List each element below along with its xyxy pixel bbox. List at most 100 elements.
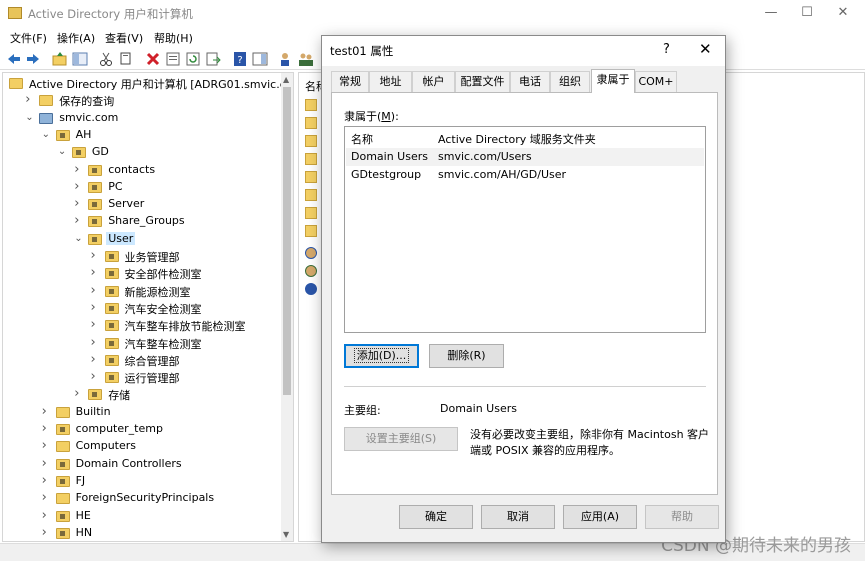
tree-item[interactable]: › 运行管理部 [91,369,294,386]
tree-item[interactable]: › 汽车安全检测室 [91,300,294,317]
properties-icon[interactable] [165,51,181,67]
scroll-down-icon[interactable]: ▼ [283,530,289,539]
chevron-right-icon[interactable]: › [91,301,101,314]
column-header-folder[interactable]: Active Directory 域服务文件夹 [438,131,596,147]
chevron-right-icon[interactable]: › [91,353,101,366]
chevron-down-icon[interactable]: ⌄ [42,129,52,141]
tree-item[interactable]: › HN [42,525,293,541]
tree-item[interactable]: ⌄ GD [58,144,293,161]
tab-profile[interactable]: 配置文件 [455,71,510,92]
group-icon[interactable] [305,265,317,277]
maximize-icon[interactable]: ☐ [792,4,822,22]
chevron-right-icon[interactable]: › [91,336,101,349]
tree-item[interactable]: › Share_Groups [74,213,293,230]
user-icon[interactable] [305,283,317,295]
tree-item[interactable]: › Server [74,196,293,213]
close-icon[interactable]: ✕ [699,40,712,58]
chevron-right-icon[interactable]: › [74,214,84,227]
tree-item[interactable]: › Computers [42,438,293,455]
list-item-icon[interactable] [305,171,317,183]
delete-icon[interactable] [145,51,161,67]
help-button[interactable]: 帮助 [645,505,719,529]
chevron-right-icon[interactable]: › [42,491,52,504]
export-list-icon[interactable] [205,51,221,67]
chevron-right-icon[interactable]: › [42,457,52,470]
scroll-up-icon[interactable]: ▲ [283,75,289,84]
chevron-right-icon[interactable]: › [42,474,52,487]
new-user-icon[interactable] [278,51,294,67]
minimize-icon[interactable]: — [756,4,786,22]
tree-item[interactable]: › contacts [74,162,293,179]
remove-button[interactable]: 删除(R) [429,344,504,368]
chevron-right-icon[interactable]: › [25,93,35,106]
back-arrow-icon[interactable] [6,51,22,67]
cancel-button[interactable]: 取消 [481,505,555,529]
up-folder-icon[interactable] [52,51,68,67]
close-icon[interactable]: ✕ [828,4,858,22]
chevron-right-icon[interactable]: › [91,370,101,383]
tree-item[interactable]: ⌄ AH [42,127,293,144]
tree-item[interactable]: › Domain Controllers [42,456,293,473]
menu-help[interactable]: 帮助(H) [154,30,193,46]
new-group-icon[interactable] [298,51,314,67]
tree-item[interactable]: › 汽车整车排放节能检测室 [91,317,294,334]
tab-organization[interactable]: 组织 [550,71,590,92]
member-of-list[interactable]: 名称 Active Directory 域服务文件夹 Domain Users … [344,126,706,333]
menu-action[interactable]: 操作(A) [57,30,95,46]
add-button[interactable]: 添加(D)... [344,344,419,368]
chevron-right-icon[interactable]: › [42,509,52,522]
show-pane-icon[interactable] [252,51,268,67]
tree-item[interactable]: › ForeignSecurityPrincipals [42,490,293,507]
set-primary-group-button[interactable]: 设置主要组(S) [344,427,458,451]
tree-item[interactable]: › HE [42,508,293,525]
tree-item[interactable]: › computer_temp [42,421,293,438]
tree-item[interactable]: ⌄ User [74,231,293,248]
cut-icon[interactable] [98,51,114,67]
chevron-right-icon[interactable]: › [74,197,84,210]
tree-item[interactable]: › PC [74,179,293,196]
tree-item[interactable]: ⌄ smvic.com [25,110,293,127]
chevron-right-icon[interactable]: › [91,266,101,279]
list-item-icon[interactable] [305,117,317,129]
tree-item[interactable]: › 汽车整车检测室 [91,335,294,352]
chevron-right-icon[interactable]: › [74,180,84,193]
list-item-icon[interactable] [305,207,317,219]
tree-item[interactable]: › 综合管理部 [91,352,294,369]
chevron-down-icon[interactable]: ⌄ [58,146,68,158]
chevron-right-icon[interactable]: › [42,405,52,418]
forward-arrow-icon[interactable] [25,51,41,67]
menu-file[interactable]: 文件(F) [10,30,47,46]
tree-scrollbar[interactable]: ▲ ▼ [281,73,293,541]
chevron-right-icon[interactable]: › [91,284,101,297]
tree-item[interactable]: › 业务管理部 [91,248,294,265]
column-header-name[interactable]: 名称 [351,131,373,147]
list-item-icon[interactable] [305,153,317,165]
tree-item[interactable]: › 新能源检测室 [91,283,294,300]
tab-com-plus[interactable]: COM+ [635,71,677,92]
tab-address[interactable]: 地址 [369,71,412,92]
help-icon[interactable]: ? [232,51,248,67]
list-item-icon[interactable] [305,225,317,237]
list-item-icon[interactable] [305,135,317,147]
tree-item[interactable]: › Builtin [42,404,293,421]
console-tree-icon[interactable] [72,51,88,67]
chevron-right-icon[interactable]: › [42,439,52,452]
tab-account[interactable]: 帐户 [412,71,455,92]
apply-button[interactable]: 应用(A) [563,505,637,529]
console-tree[interactable]: Active Directory 用户和计算机 [ADRG01.smvic.co… [2,72,294,542]
tree-item[interactable]: Active Directory 用户和计算机 [ADRG01.smvic.co… [9,75,293,92]
tab-general[interactable]: 常规 [331,71,369,92]
list-item-icon[interactable] [305,99,317,111]
chevron-right-icon[interactable]: › [91,249,101,262]
chevron-right-icon[interactable]: › [42,526,52,539]
tab-telephones[interactable]: 电话 [510,71,550,92]
tree-item[interactable]: › 安全部件检测室 [91,265,294,282]
ok-button[interactable]: 确定 [399,505,473,529]
tree-item[interactable]: › 存储 [74,386,293,403]
scroll-thumb[interactable] [283,87,291,395]
chevron-down-icon[interactable]: ⌄ [74,233,84,245]
group-icon[interactable] [305,247,317,259]
chevron-right-icon[interactable]: › [74,163,84,176]
chevron-right-icon[interactable]: › [42,422,52,435]
menu-view[interactable]: 查看(V) [105,30,143,46]
